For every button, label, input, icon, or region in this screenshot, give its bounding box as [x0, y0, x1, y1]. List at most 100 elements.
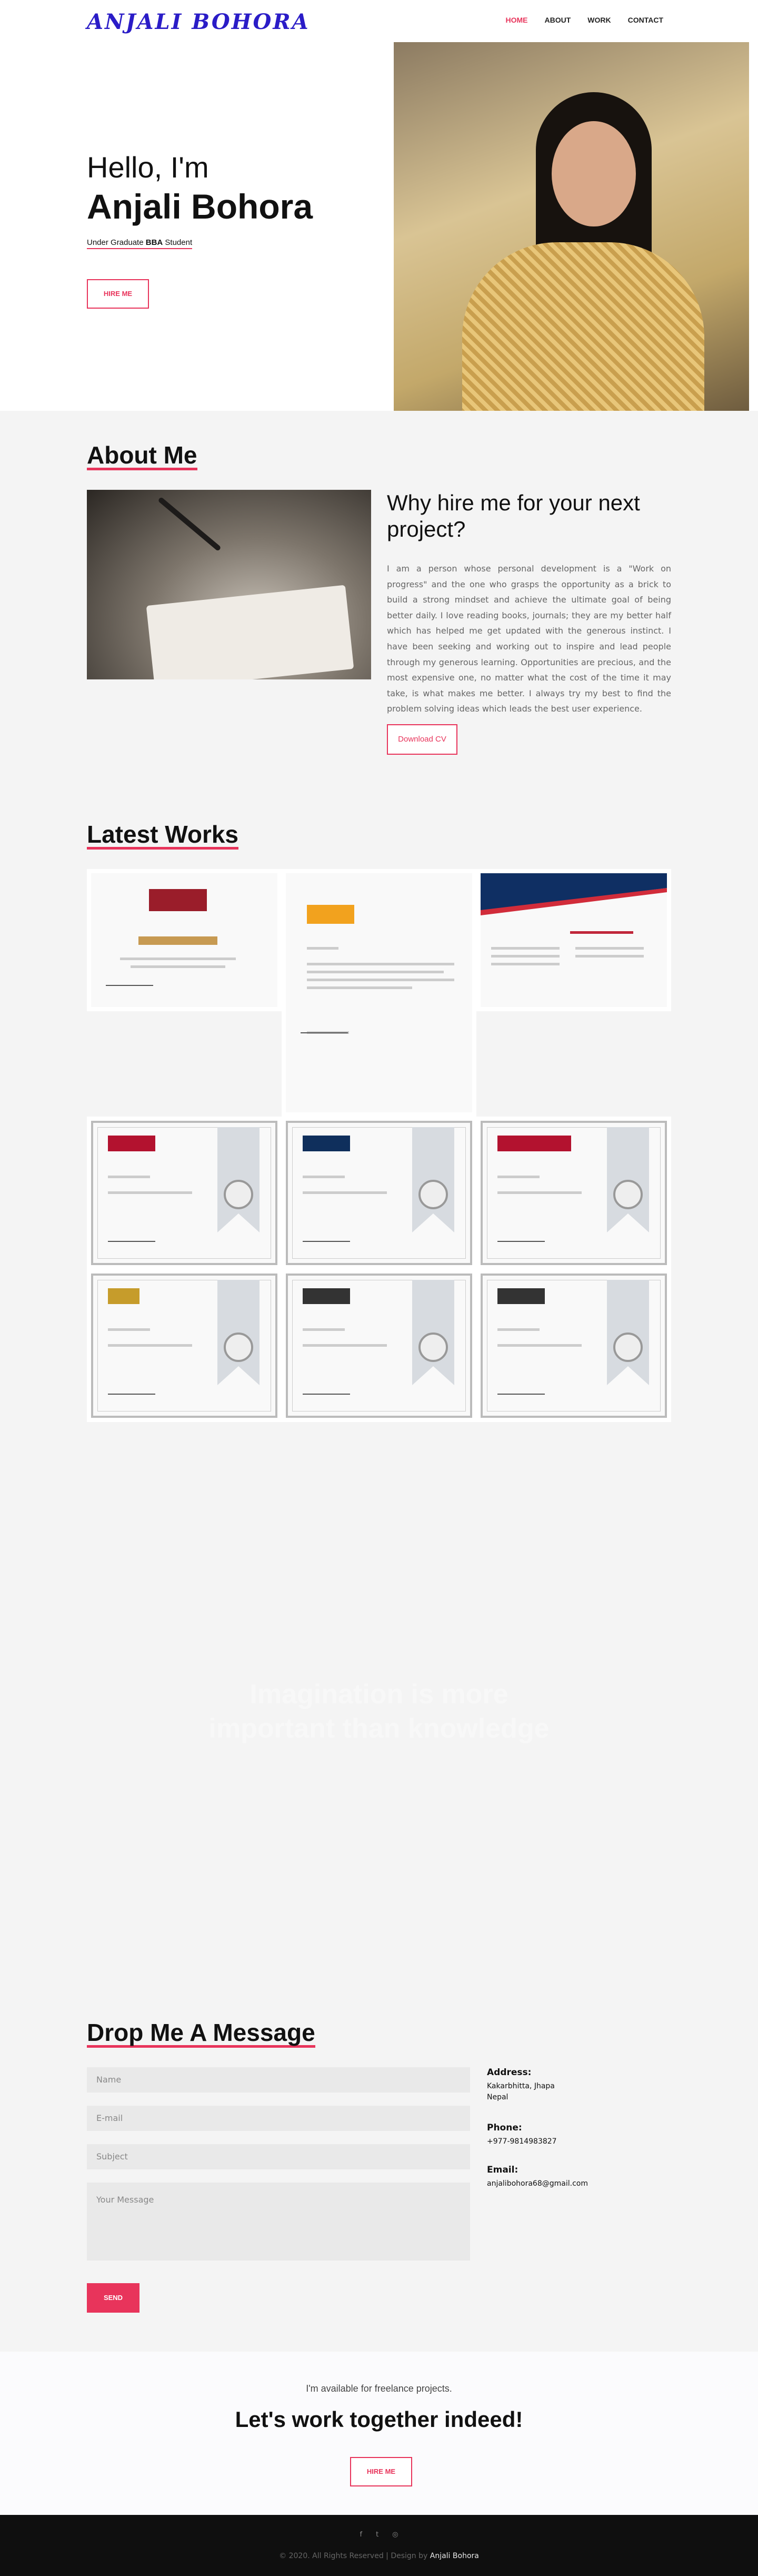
about-title: About Me [87, 442, 197, 471]
work-card[interactable] [282, 1269, 476, 1422]
phone-label: Phone: [487, 2123, 522, 2133]
certificate-text-line [491, 955, 560, 958]
freelance-section: I'm available for freelance projects. Le… [0, 2352, 758, 2515]
certificate-name-line [303, 1328, 345, 1331]
freelance-hire-button[interactable]: HIRE ME [350, 2457, 412, 2486]
certificate-name-line [570, 931, 633, 934]
image-pen [157, 496, 222, 552]
nav-item-work[interactable]: WORK [587, 16, 611, 24]
freelance-heading: Let's work together indeed! [235, 2407, 523, 2432]
email-field[interactable]: E-mail [87, 2106, 470, 2131]
certificate-seal [613, 1180, 643, 1209]
photo-face [552, 121, 636, 226]
facebook-icon[interactable]: f [360, 2531, 362, 2539]
nav-menu: HOME ABOUT WORK CONTACT [505, 16, 663, 24]
certificate-text-line [497, 1191, 582, 1194]
hero-name: Anjali Bohora [87, 187, 313, 226]
certificate-image [481, 873, 667, 1007]
works-section: Latest Works [0, 822, 758, 1491]
email-info: Email: anjalibohora68@gmail.com [487, 2165, 588, 2189]
certificate-signature [108, 1237, 155, 1242]
certificate-name-line [303, 1176, 345, 1178]
quote-text: Imagination is more important than knowl… [0, 1677, 758, 1746]
certificate-image [91, 1274, 277, 1418]
certificate-signature [303, 1389, 350, 1395]
address-label: Address: [487, 2067, 532, 2078]
work-card[interactable] [476, 1269, 671, 1422]
work-card[interactable] [87, 1117, 282, 1269]
certificate-signature [301, 1028, 348, 1033]
certificate-image [481, 1121, 667, 1265]
certificate-text-line [108, 1191, 192, 1194]
top-navbar: ANJALI BOHORA HOME ABOUT WORK CONTACT [0, 0, 758, 42]
nav-item-home[interactable]: HOME [505, 16, 527, 24]
certificate-text-line [307, 979, 454, 981]
certificate-logo [108, 1288, 139, 1304]
certificate-name-line [108, 1328, 150, 1331]
work-card[interactable] [476, 1117, 671, 1269]
certificate-image [91, 1121, 277, 1265]
certificate-signature [106, 981, 153, 986]
certificate-text-line [131, 965, 225, 968]
certificate-seal [224, 1333, 253, 1362]
email-value[interactable]: anjalibohora68@gmail.com [487, 2178, 588, 2189]
quote-line-1: Imagination is more [250, 1679, 508, 1710]
name-field[interactable]: Name [87, 2067, 470, 2093]
certificate-text-line [307, 947, 338, 950]
certificate-logo [303, 1136, 350, 1151]
work-card[interactable] [87, 869, 282, 1011]
about-section: About Me Why hire me for your next proje… [0, 411, 758, 822]
works-title: Latest Works [87, 822, 239, 850]
work-card[interactable] [282, 869, 476, 1117]
profile-photo [394, 42, 749, 411]
certificate-name-line [138, 936, 217, 945]
certificate-text-line [575, 955, 644, 958]
certificate-logo [307, 905, 354, 924]
instagram-icon[interactable]: ◎ [392, 2531, 398, 2539]
send-button[interactable]: SEND [87, 2283, 139, 2313]
address-line-1: Kakarbhitta, Jhapa [487, 2082, 555, 2090]
certificate-name-line [497, 1328, 540, 1331]
certificate-text-line [491, 963, 560, 965]
certificate-seal [418, 1333, 448, 1362]
certificate-text-line [307, 963, 454, 965]
certificate-text-line [303, 1191, 387, 1194]
message-field[interactable]: Your Message [87, 2183, 470, 2261]
twitter-icon[interactable]: t [376, 2531, 378, 2539]
certificate-logo [149, 889, 207, 911]
nav-item-about[interactable]: ABOUT [544, 16, 571, 24]
nav-item-contact[interactable]: CONTACT [628, 16, 663, 24]
hero-hire-button[interactable]: HIRE ME [87, 279, 149, 309]
copyright-text: © 2020. All Rights Reserved | Design by [279, 2552, 430, 2560]
work-card[interactable] [87, 1269, 282, 1422]
work-card[interactable] [476, 869, 671, 1011]
hero-subtitle: Under Graduate BBA Student [87, 238, 193, 249]
certificate-signature [497, 1237, 545, 1242]
certificate-text-line [575, 947, 644, 950]
site-logo[interactable]: ANJALI BOHORA [87, 9, 310, 34]
certificate-text-line [491, 947, 560, 950]
certificate-name-line [108, 1176, 150, 1178]
certificate-text-line [307, 971, 444, 973]
copyright: © 2020. All Rights Reserved | Design by … [0, 2552, 758, 2560]
quote-section: Imagination is more important than knowl… [0, 1491, 758, 2020]
writing-image [87, 490, 371, 679]
hero-subtitle-pre: Under Graduate [87, 238, 146, 247]
image-paper [146, 585, 354, 679]
certificate-text-line [497, 1344, 582, 1347]
hero-section: Hello, I'm Anjali Bohora Under Graduate … [0, 42, 758, 411]
copyright-author-link[interactable]: Anjali Bohora [430, 2552, 479, 2560]
certificate-image [286, 873, 472, 1112]
subject-field[interactable]: Subject [87, 2144, 470, 2169]
download-cv-button[interactable]: Download CV [387, 724, 457, 755]
certificate-signature [497, 1389, 545, 1395]
address-info: Address: Kakarbhitta, Jhapa Nepal [487, 2067, 555, 2103]
certificate-text-line [108, 1344, 192, 1347]
photo-shirt [462, 242, 704, 411]
certificate-seal [224, 1180, 253, 1209]
hero-greeting: Hello, I'm [87, 151, 209, 184]
address-value: Kakarbhitta, Jhapa Nepal [487, 2081, 555, 2103]
phone-value[interactable]: +977-9814983827 [487, 2136, 557, 2147]
work-card[interactable] [282, 1117, 476, 1269]
social-links: f t ◎ [0, 2531, 758, 2539]
